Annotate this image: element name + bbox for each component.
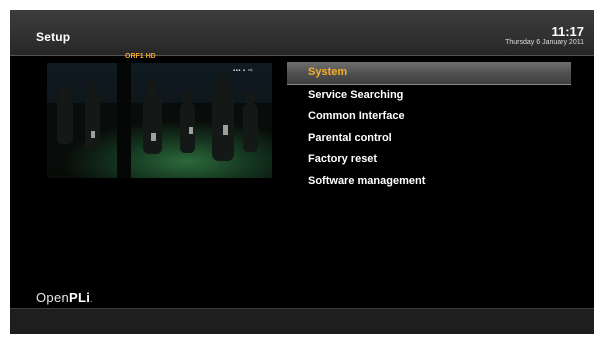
page-title: Setup bbox=[36, 30, 71, 44]
tv-screen: Setup 11:17 Thursday 6 January 2011 ORF1… bbox=[10, 10, 594, 334]
clock-time: 11:17 bbox=[551, 24, 584, 39]
channel-name: ORF1 HD bbox=[125, 53, 156, 60]
setup-menu: System Service Searching Common Interfac… bbox=[287, 62, 571, 192]
channel-logo-badge: ▪▪▪ ▪ ⇨ bbox=[233, 68, 254, 74]
menu-item-system[interactable]: System bbox=[287, 62, 571, 85]
header-bar: Setup 11:17 Thursday 6 January 2011 bbox=[10, 10, 594, 56]
logo-text-bold: PLi bbox=[69, 290, 91, 305]
footer-bar bbox=[10, 308, 594, 334]
menu-item-factory-reset[interactable]: Factory reset bbox=[287, 149, 571, 171]
menu-item-parental-control[interactable]: Parental control bbox=[287, 128, 571, 150]
menu-item-common-interface[interactable]: Common Interface bbox=[287, 106, 571, 128]
video-frame-image bbox=[47, 63, 272, 178]
menu-item-software-management[interactable]: Software management bbox=[287, 171, 571, 193]
logo-mark: . bbox=[90, 295, 93, 304]
logo-text-light: Open bbox=[36, 290, 70, 305]
openpli-logo: OpenPLi. bbox=[36, 290, 93, 305]
video-preview: ▪▪▪ ▪ ⇨ bbox=[47, 63, 272, 178]
menu-item-service-searching[interactable]: Service Searching bbox=[287, 85, 571, 107]
clock-date: Thursday 6 January 2011 bbox=[505, 39, 584, 46]
